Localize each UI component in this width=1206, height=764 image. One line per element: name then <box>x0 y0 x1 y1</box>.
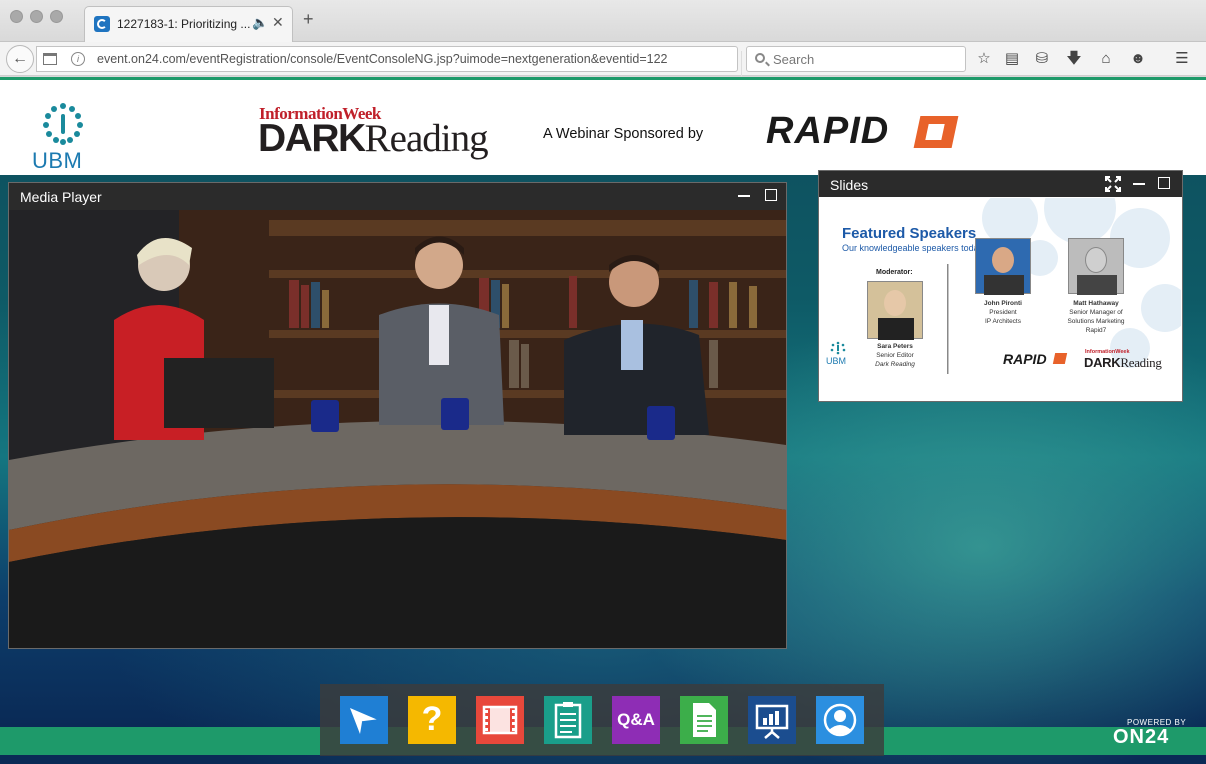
slide-rapid7-logo: RAPID <box>1003 351 1047 367</box>
slide-ubm-label: UBM <box>826 356 846 366</box>
rapid7-logo: RAPID <box>766 110 890 152</box>
qa-icon: Q&A <box>617 710 655 729</box>
close-tab-icon[interactable]: ✕ <box>272 14 284 31</box>
speaker-name: Matt Hathaway <box>1073 300 1119 307</box>
media-player-title: Media Player <box>20 189 102 205</box>
zoom-window-button[interactable] <box>50 10 63 23</box>
search-input[interactable]: Search <box>746 46 966 72</box>
rapid7-mark-icon <box>913 116 959 148</box>
media-player-widget: Media Player <box>8 182 787 649</box>
minimize-window-button[interactable] <box>30 10 43 23</box>
slides-widget: Slides Featured Speakers Our knowledgeab… <box>818 170 1183 402</box>
slide-content: Featured Speakers Our knowledgeable spea… <box>820 198 1181 401</box>
search-placeholder: Search <box>773 52 815 67</box>
slides-title: Slides <box>830 177 869 193</box>
speaker-card: Matt Hathaway Senior Manager of Solution… <box>1054 299 1138 335</box>
document-icon <box>693 703 716 737</box>
speaker-title: Senior Manager of <box>1069 309 1123 316</box>
webinar-console: UBM InformationWeek DARKReading A Webina… <box>0 77 1206 764</box>
video-icon <box>482 705 518 735</box>
media-player-header[interactable]: Media Player <box>9 183 786 210</box>
video-button[interactable] <box>476 696 524 744</box>
speaker-card: John Pironti President IP Architects <box>965 299 1041 326</box>
notes-button[interactable] <box>544 696 592 744</box>
tab-title: 1227183-1: Prioritizing ... <box>117 17 251 31</box>
event-header: UBM InformationWeek DARKReading A Webina… <box>0 80 1206 175</box>
speaker-company: Rapid7 <box>1085 327 1107 334</box>
notes-icon <box>554 702 582 739</box>
speaker-photo <box>1068 238 1124 295</box>
slides-button[interactable] <box>748 696 796 744</box>
ubm-label: UBM <box>32 148 83 173</box>
speaker-company: Dark Reading <box>875 361 915 368</box>
qa-button[interactable]: Q&A <box>612 696 660 744</box>
downloads-icon[interactable]: 🡇 <box>1064 50 1084 68</box>
emoji-icon[interactable]: ☻ <box>1128 50 1148 68</box>
slide-dark-reading-logo: DARKReading <box>1084 355 1162 371</box>
moderator-label: Moderator: <box>876 269 913 276</box>
slide-reading-label: Reading <box>1120 355 1162 370</box>
sponsor-text: A Webinar Sponsored by <box>543 126 704 142</box>
video-stream[interactable] <box>9 210 786 648</box>
slides-header[interactable]: Slides <box>819 171 1182 197</box>
on24-logo: ON24 <box>1113 726 1170 748</box>
help-button[interactable]: ? <box>408 696 456 744</box>
info-icon[interactable]: i <box>71 52 85 66</box>
speaker-title: Senior Editor <box>876 352 914 359</box>
speaker-title-line2: Solutions Marketing <box>1067 318 1125 325</box>
close-window-button[interactable] <box>10 10 23 23</box>
home-icon[interactable]: ⌂ <box>1096 50 1116 68</box>
speaker-company: IP Architects <box>984 318 1021 325</box>
dark-label: DARK <box>258 117 366 160</box>
send-button[interactable] <box>340 696 388 744</box>
help-icon: ? <box>421 700 443 738</box>
minimize-icon[interactable] <box>1133 183 1145 185</box>
pocket-icon[interactable]: ⛁ <box>1032 50 1052 68</box>
speaker-photo <box>975 238 1031 295</box>
slide-dark-label: DARK <box>1084 355 1121 370</box>
url-text[interactable]: event.on24.com/eventRegistration/console… <box>97 52 697 66</box>
reading-list-icon[interactable]: ▤ <box>1002 50 1022 68</box>
speaker-card: Sara Peters Senior Editor Dark Reading <box>860 342 930 369</box>
back-button[interactable]: ← <box>6 45 34 73</box>
ubm-logo-icon <box>830 341 846 355</box>
speaker-name: Sara Peters <box>877 343 913 350</box>
speaker-photo <box>867 281 923 340</box>
slides-icon <box>755 704 789 739</box>
video-frame <box>9 210 786 648</box>
url-bar[interactable]: i event.on24.com/eventRegistration/conso… <box>36 46 763 77</box>
browser-nav-bar: ← i event.on24.com/eventRegistration/con… <box>0 42 1206 77</box>
speaker-title: President <box>989 309 1017 316</box>
menu-icon[interactable]: ☰ <box>1172 50 1192 68</box>
fullscreen-icon[interactable] <box>1105 176 1121 192</box>
send-icon <box>350 708 379 734</box>
speaker-icon[interactable]: 🔈 <box>252 15 268 31</box>
slide-title: Featured Speakers <box>842 225 977 242</box>
sidebar-icon[interactable] <box>43 53 57 65</box>
maximize-icon[interactable] <box>765 189 777 201</box>
rapid7-mark-icon <box>1052 353 1068 364</box>
minimize-icon[interactable] <box>738 195 750 197</box>
maximize-icon[interactable] <box>1158 177 1170 189</box>
document-button[interactable] <box>680 696 728 744</box>
bookmark-star-icon[interactable]: ☆ <box>974 50 994 68</box>
browser-tab-bar: 1227183-1: Prioritizing ... 🔈 ✕ + <box>0 0 1206 42</box>
reading-label: Reading <box>364 117 489 160</box>
profile-icon <box>823 703 857 737</box>
speaker-name: John Pironti <box>984 300 1022 307</box>
new-tab-button[interactable]: + <box>303 10 314 28</box>
profile-button[interactable] <box>816 696 864 744</box>
search-icon <box>755 53 765 63</box>
dark-reading-logo: DARKReading <box>258 116 489 161</box>
browser-tab[interactable]: 1227183-1: Prioritizing ... 🔈 ✕ <box>84 6 293 42</box>
tab-favicon-icon <box>94 16 110 32</box>
widget-dock: ? Q&A <box>320 684 884 756</box>
